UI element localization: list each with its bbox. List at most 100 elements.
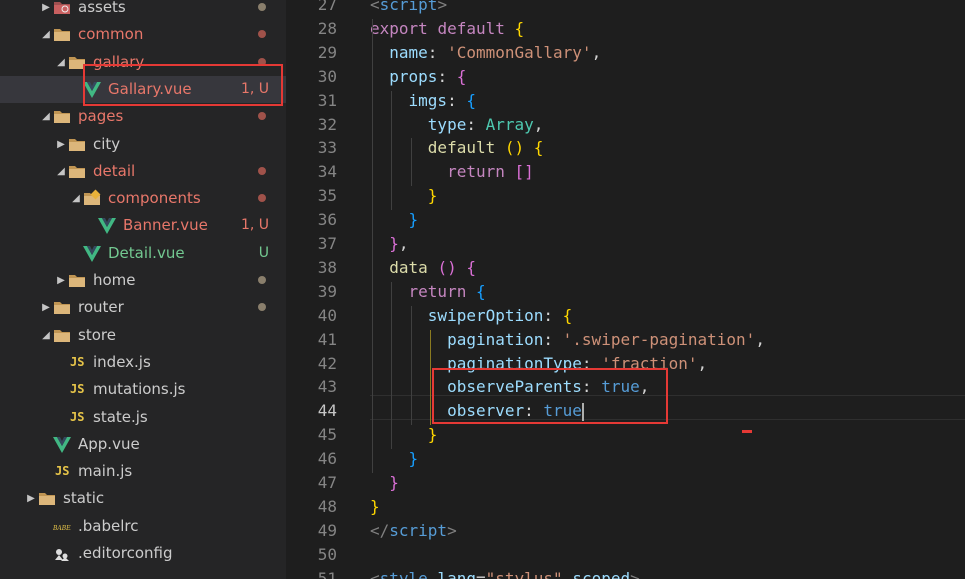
tree-item-label: state.js bbox=[93, 407, 148, 426]
tree-item-banner-vue[interactable]: Banner.vue 1, U bbox=[0, 212, 286, 239]
code-editor[interactable]: 27 <script> 28 export default {29 name: 'Co… bbox=[286, 0, 965, 579]
code-line[interactable]: } bbox=[370, 208, 419, 232]
code-line[interactable]: <style lang="stylus" scoped> bbox=[370, 567, 640, 579]
chevron-down-icon[interactable]: ◢ bbox=[40, 103, 52, 130]
code-token: } bbox=[389, 234, 399, 253]
line-number: 46 bbox=[317, 449, 337, 469]
code-token: : bbox=[437, 66, 457, 86]
code-line[interactable]: }, bbox=[370, 232, 408, 256]
code-line[interactable]: imgs: { bbox=[370, 89, 476, 113]
line-number: 27 bbox=[317, 0, 337, 14]
code-line[interactable]: } bbox=[370, 495, 380, 519]
code-line[interactable]: export default { bbox=[370, 17, 524, 41]
code-token: swiperOption bbox=[427, 305, 544, 325]
chevron-down-icon[interactable]: ◢ bbox=[55, 158, 67, 185]
code-token: < bbox=[370, 0, 380, 14]
code-token: export bbox=[370, 18, 428, 38]
code-line[interactable]: type: Array, bbox=[370, 113, 544, 137]
tree-item-main-js[interactable]: JS main.js bbox=[0, 458, 286, 485]
code-token: '.swiper-pagination' bbox=[562, 329, 756, 349]
code-token: } bbox=[427, 186, 438, 206]
tree-item-index-js[interactable]: JS index.js bbox=[0, 349, 286, 376]
code-line[interactable]: swiperOption: { bbox=[370, 304, 573, 328]
tree-item-label: assets bbox=[78, 0, 126, 16]
tree-item-mutations-js[interactable]: JS mutations.js bbox=[0, 376, 286, 403]
chevron-down-icon[interactable]: ◢ bbox=[40, 322, 52, 349]
line-number: 30 bbox=[317, 66, 337, 86]
tree-item-label: App.vue bbox=[78, 434, 140, 453]
code-token: 'CommonGallary' bbox=[447, 42, 592, 62]
tree-item-detail[interactable]: ◢ detail bbox=[0, 158, 286, 185]
folder-icon bbox=[53, 103, 73, 130]
code-line[interactable]: } bbox=[370, 184, 438, 208]
code-line[interactable]: return [] bbox=[370, 160, 534, 184]
chevron-right-icon[interactable]: ▶ bbox=[55, 131, 67, 158]
code-token: } bbox=[370, 496, 380, 516]
code-token: { bbox=[456, 66, 467, 86]
tree-item-components[interactable]: ◢ components bbox=[0, 185, 286, 212]
tree-item-editorconfig[interactable]: .editorconfig bbox=[0, 540, 286, 567]
code-token: script bbox=[389, 520, 448, 540]
chevron-right-icon[interactable]: ▶ bbox=[40, 0, 52, 21]
code-line[interactable]: return { bbox=[370, 280, 486, 304]
code-line[interactable]: data () { bbox=[370, 256, 476, 280]
tree-item-detail-vue[interactable]: Detail.vue U bbox=[0, 240, 286, 267]
tree-item-state-js[interactable]: JS state.js bbox=[0, 404, 286, 431]
chevron-down-icon[interactable]: ◢ bbox=[55, 49, 67, 76]
tree-item-babelrc[interactable]: BABEL .babelrc bbox=[0, 513, 286, 540]
code-token: data bbox=[389, 257, 428, 277]
code-token: } bbox=[389, 473, 399, 492]
tree-item-label: home bbox=[93, 271, 136, 289]
tree-item-label: components bbox=[108, 189, 201, 208]
tree-item-router[interactable]: ▶ router bbox=[0, 294, 286, 321]
tree-item-app-vue[interactable]: App.vue bbox=[0, 431, 286, 458]
chevron-right-icon[interactable]: ▶ bbox=[40, 294, 52, 321]
tree-item-city[interactable]: ▶ city bbox=[0, 131, 286, 158]
tree-item-home[interactable]: ▶ home bbox=[0, 267, 286, 294]
code-line[interactable]: props: { bbox=[370, 65, 466, 89]
code-line[interactable]: </script> bbox=[370, 519, 457, 543]
folder-icon bbox=[68, 131, 88, 158]
chevron-right-icon[interactable]: ▶ bbox=[25, 485, 37, 512]
modified-dot-icon bbox=[258, 3, 266, 11]
code-token: { bbox=[466, 90, 476, 110]
chevron-down-icon[interactable]: ◢ bbox=[70, 185, 82, 212]
code-token: scoped bbox=[572, 568, 631, 579]
modified-dot-icon bbox=[258, 166, 266, 175]
line-number: 28 bbox=[317, 18, 337, 38]
tree-item-pages[interactable]: ◢ pages bbox=[0, 103, 286, 130]
code-line[interactable]: } bbox=[370, 471, 399, 495]
code-token: : bbox=[466, 114, 486, 134]
code-token: { bbox=[533, 138, 544, 158]
tree-item-static[interactable]: ▶ static bbox=[0, 485, 286, 512]
tree-item-label: Banner.vue bbox=[123, 216, 208, 235]
file-explorer: ▶ assets ◢ common ◢ gallary Gallary.vue 1, U ◢ pa… bbox=[0, 0, 286, 579]
tree-item-store[interactable]: ◢ store bbox=[0, 322, 286, 349]
modified-dot-icon bbox=[258, 276, 266, 284]
chevron-down-icon[interactable]: ◢ bbox=[40, 21, 52, 48]
line-number: 37 bbox=[317, 234, 337, 253]
code-line[interactable]: default () { bbox=[370, 136, 544, 160]
code-line[interactable]: <script> bbox=[370, 0, 447, 17]
code-token: : bbox=[543, 305, 563, 325]
code-line[interactable]: } bbox=[370, 423, 438, 447]
tree-item-common[interactable]: ◢ common bbox=[0, 21, 286, 48]
code-token: default bbox=[427, 138, 496, 158]
code-line[interactable]: name: 'CommonGallary', bbox=[370, 41, 601, 65]
modified-dot-icon bbox=[258, 112, 266, 121]
tree-item-assets[interactable]: ▶ assets bbox=[0, 0, 286, 21]
line-number: 48 bbox=[317, 496, 337, 516]
tree-item-label: .editorconfig bbox=[78, 544, 173, 562]
tree-item-label: static bbox=[63, 489, 105, 508]
tree-item-label: pages bbox=[78, 107, 124, 126]
code-line[interactable]: } bbox=[370, 447, 419, 471]
chevron-right-icon[interactable]: ▶ bbox=[55, 267, 67, 294]
